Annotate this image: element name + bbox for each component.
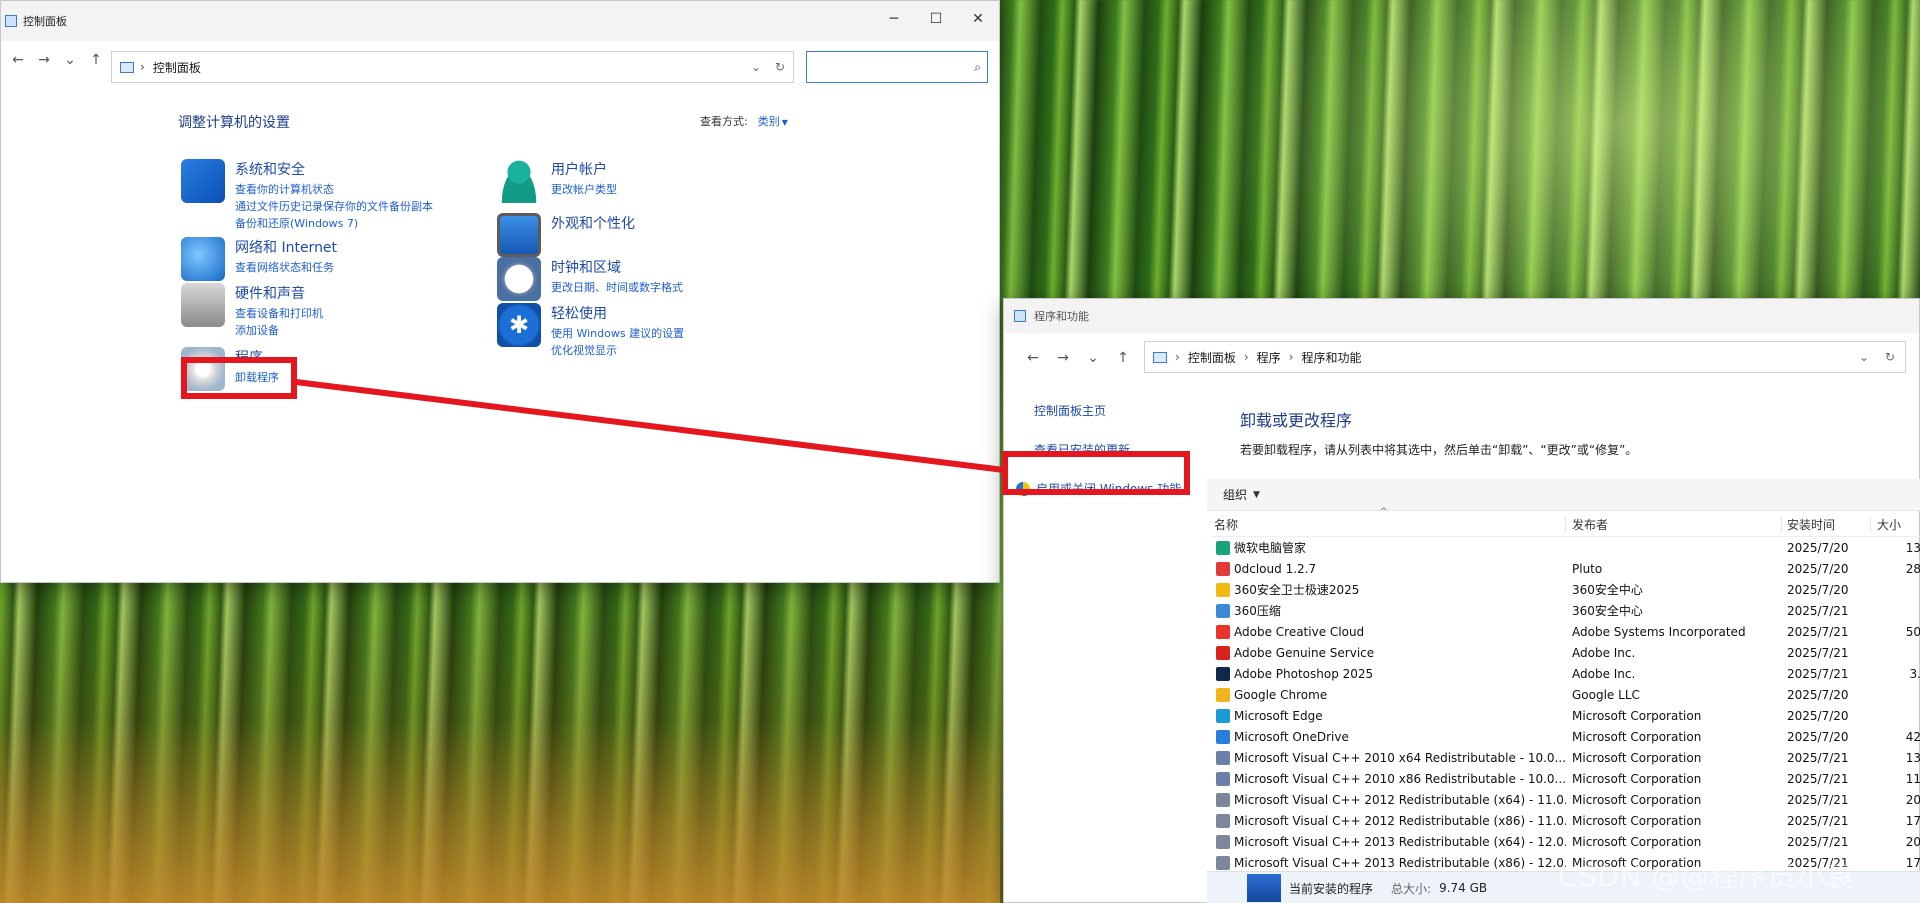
watermark: CSDN @@程序员小袁: [1558, 860, 1855, 893]
annotation-arrow: [295, 379, 1005, 473]
annotation-arrow-line: [295, 379, 1005, 473]
